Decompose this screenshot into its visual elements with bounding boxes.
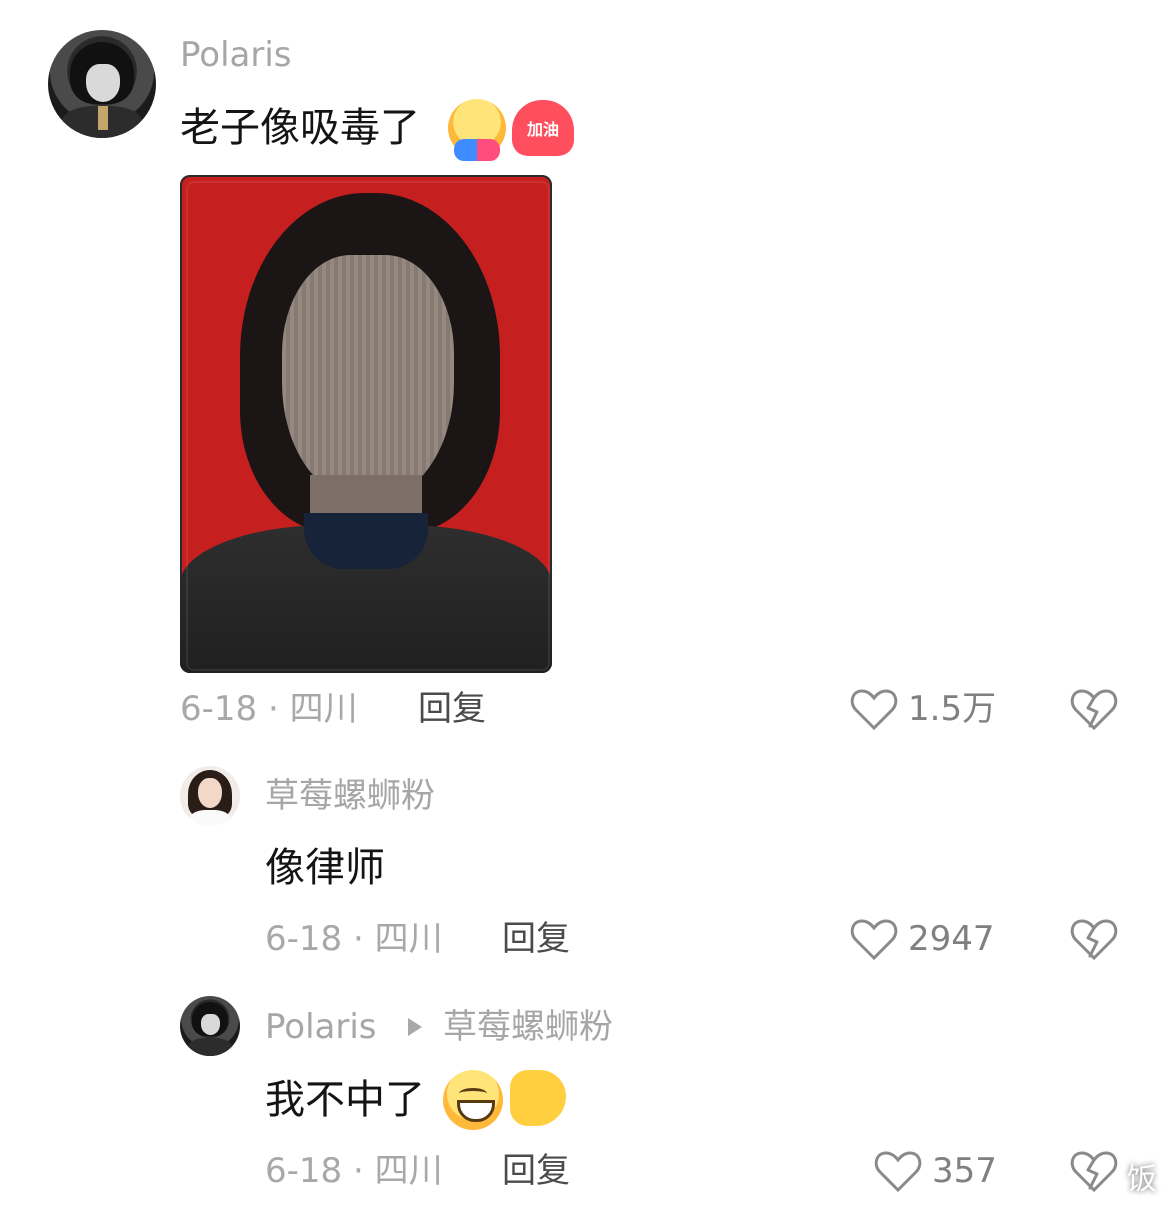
comment-meta: 6-18 · 四川 xyxy=(265,919,443,959)
avatar-shirt xyxy=(190,810,230,826)
avatar-tie xyxy=(98,106,108,130)
photo-border xyxy=(186,181,550,671)
comment-avatar[interactable] xyxy=(48,30,156,138)
triangle-right-icon xyxy=(408,1018,422,1036)
watermark: 饭 xyxy=(1127,1162,1157,1197)
comment-username[interactable]: Polaris xyxy=(265,1010,377,1044)
avatar-face xyxy=(86,64,120,102)
heart-emoji-text: 加油 xyxy=(526,120,559,139)
comment-text: 老子像吸毒了 xyxy=(180,105,420,151)
avatar-coat xyxy=(188,1038,232,1056)
heart-outline-icon[interactable] xyxy=(874,1150,922,1194)
broken-heart-icon[interactable] xyxy=(1070,688,1118,732)
comment-text: 我不中了 xyxy=(265,1077,425,1123)
reply-target-username[interactable]: 草莓螺蛳粉 xyxy=(443,1010,613,1044)
heart-emoji: 加油 xyxy=(512,100,574,156)
avatar-face xyxy=(198,778,222,808)
flexed-biceps-emoji xyxy=(510,1070,566,1126)
reply-button[interactable]: 回复 xyxy=(502,1154,570,1188)
comment-meta: 6-18 · 四川 xyxy=(180,689,358,729)
hugging-face-emoji xyxy=(448,99,506,161)
grinning-face-emoji xyxy=(443,1070,503,1130)
comment-avatar[interactable] xyxy=(180,996,240,1056)
broken-heart-icon[interactable] xyxy=(1070,918,1118,962)
like-count: 1.5万 xyxy=(908,689,997,729)
emoji-mouth xyxy=(457,1100,495,1122)
like-count: 357 xyxy=(932,1151,997,1191)
comment-username[interactable]: Polaris xyxy=(180,38,292,72)
broken-heart-icon[interactable] xyxy=(1070,1150,1118,1194)
reply-button[interactable]: 回复 xyxy=(418,692,486,726)
comment-text: 像律师 xyxy=(265,845,385,891)
comment-meta: 6-18 · 四川 xyxy=(265,1151,443,1191)
like-count: 2947 xyxy=(908,919,995,959)
heart-outline-icon[interactable] xyxy=(850,688,898,732)
emoji-arms xyxy=(454,139,500,161)
comment-image[interactable] xyxy=(180,175,552,673)
comment-avatar[interactable] xyxy=(180,766,240,826)
avatar-face xyxy=(201,1014,220,1035)
heart-outline-icon[interactable] xyxy=(850,918,898,962)
comment-username[interactable]: 草莓螺蛳粉 xyxy=(265,779,435,813)
emoji-eyes xyxy=(459,1088,487,1099)
reply-button[interactable]: 回复 xyxy=(502,922,570,956)
